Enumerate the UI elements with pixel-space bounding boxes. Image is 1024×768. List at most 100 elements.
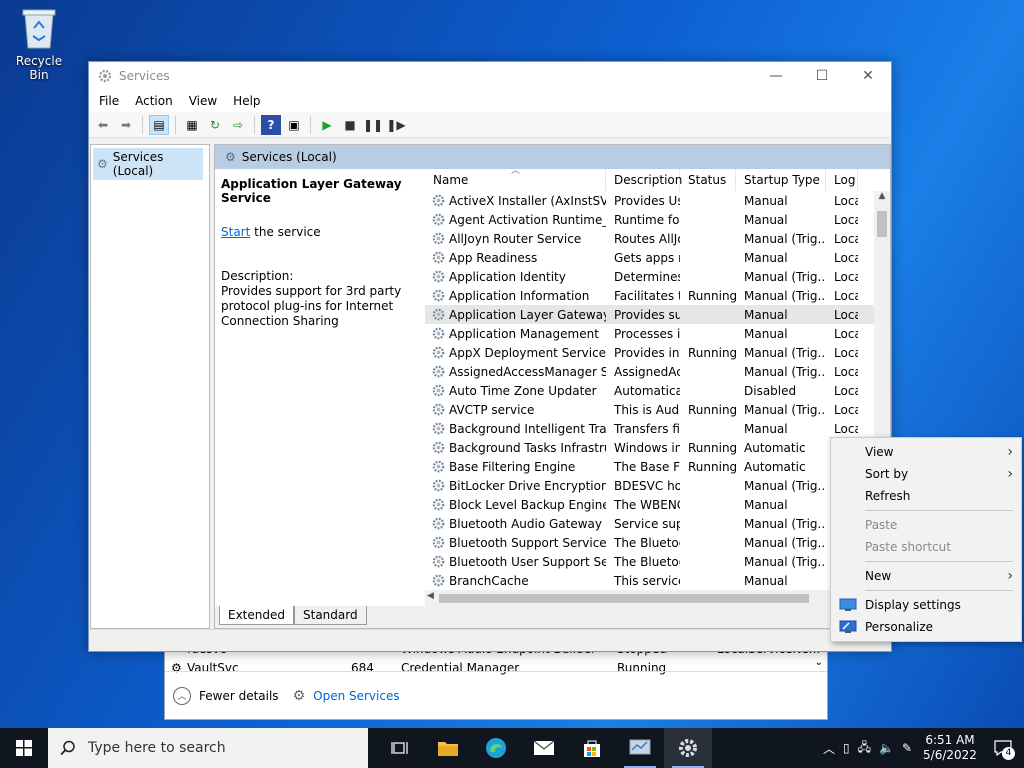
menu-item-display-settings[interactable]: Display settings (831, 594, 1021, 616)
service-startup-type: Manual (Trig... (744, 269, 826, 284)
table-row[interactable]: AssignedAccessManager Se... AssignedAc...… (425, 362, 890, 381)
menu-item-new[interactable]: New › (831, 565, 1021, 587)
pause-icon[interactable]: ❚❚ (363, 115, 383, 135)
service-name: BranchCache (449, 573, 529, 588)
menu-file[interactable]: File (91, 94, 127, 108)
table-row[interactable]: Background Tasks Infrastruc... Windows in… (425, 438, 890, 457)
scroll-up-icon[interactable]: ▲ (874, 191, 890, 201)
service-log-on-as: Loca (834, 288, 858, 303)
menu-item-label: Paste shortcut (865, 540, 951, 554)
menu-item-paste[interactable]: Paste (831, 514, 1021, 536)
table-row[interactable]: Bluetooth User Support Ser... The Bluetoo… (425, 552, 890, 571)
scrollbar-thumb[interactable] (439, 594, 809, 603)
gear-icon (432, 308, 445, 321)
close-button[interactable]: ✕ (845, 62, 891, 90)
menu-view[interactable]: View (181, 94, 225, 108)
scrollbar-thumb[interactable] (877, 211, 887, 237)
console-tree-icon[interactable]: ▤ (149, 114, 169, 135)
table-row[interactable]: Block Level Backup Engine ... The WBENG..… (425, 495, 890, 514)
start-button[interactable] (0, 728, 48, 768)
table-row[interactable]: Bluetooth Support Service The Bluetoo... M… (425, 533, 890, 552)
recycle-bin-label: Recycle Bin (15, 54, 63, 82)
menu-item-sort-by[interactable]: Sort by › (831, 463, 1021, 485)
store-button[interactable] (568, 728, 616, 768)
table-row[interactable]: AVCTP service This is Audi... Running Manua… (425, 400, 890, 419)
table-row[interactable]: Background Intelligent Tran... Transfers … (425, 419, 890, 438)
table-row[interactable]: BranchCacheThis service ...ManualLoca (425, 571, 890, 590)
view-icon[interactable]: ▣ (284, 115, 304, 135)
table-row[interactable]: Agent Activation Runtime_... Runtime for.… (425, 210, 890, 229)
column-startup-type[interactable]: Startup Type (736, 169, 826, 191)
menu-item-view[interactable]: View › (831, 441, 1021, 463)
table-row[interactable]: Application Identity Determines ... Manual… (425, 267, 890, 286)
chevron-up-icon[interactable]: ︿ (823, 740, 835, 757)
service-startup-type: Manual (744, 497, 788, 512)
service-name-cell: Application Layer Gateway ... (425, 307, 606, 322)
edge-browser-button[interactable] (472, 728, 520, 768)
help-icon[interactable]: ? (261, 114, 281, 135)
service-description: Provides Us... (614, 193, 680, 208)
clock[interactable]: 6:51 AM 5/6/2022 (920, 733, 980, 763)
service-log-on-as: Loca (834, 326, 858, 341)
minimize-button[interactable]: — (753, 62, 799, 90)
stop-icon[interactable]: ■ (340, 115, 360, 135)
refresh-icon[interactable]: ↻ (205, 115, 225, 135)
properties-icon[interactable]: ▦ (182, 115, 202, 135)
menu-item-paste-shortcut[interactable]: Paste shortcut (831, 536, 1021, 558)
table-row[interactable]: ActiveX Installer (AxInstSV) Provides Us.… (425, 191, 890, 210)
table-row[interactable]: AllJoyn Router Service Routes AllJo... Man… (425, 229, 890, 248)
table-row[interactable]: Application Management Processes in... Man… (425, 324, 890, 343)
column-log-on-as[interactable]: Log (826, 169, 858, 191)
recycle-bin-desktop-icon[interactable]: Recycle Bin (6, 6, 72, 82)
maximize-button[interactable]: ☐ (799, 62, 845, 90)
fewer-details-button[interactable]: ︿ Fewer details (173, 686, 279, 705)
volume-icon[interactable]: 🔈 (879, 741, 894, 755)
gear-icon (98, 69, 112, 83)
export-list-icon[interactable]: ⇨ (228, 115, 248, 135)
table-row[interactable]: Base Filtering Engine The Base Fil... Runn… (425, 457, 890, 476)
table-row[interactable]: Bluetooth Audio Gateway S... Service sup.… (425, 514, 890, 533)
menu-help[interactable]: Help (225, 94, 268, 108)
tab-extended[interactable]: Extended (219, 606, 294, 625)
table-row[interactable]: Application Information Facilitates t... R… (425, 286, 890, 305)
restart-icon[interactable]: ❚▶ (386, 115, 406, 135)
back-arrow-icon[interactable]: ⬅ (93, 115, 113, 135)
service-startup-type: Manual (Trig... (744, 288, 826, 303)
services-button[interactable] (664, 728, 712, 768)
menu-item-refresh[interactable]: Refresh (831, 485, 1021, 507)
open-services-link[interactable]: ⚙ Open Services (293, 688, 400, 704)
play-icon[interactable]: ▶ (317, 115, 337, 135)
taskbar-search-box[interactable]: Type here to search (48, 728, 368, 768)
pen-icon[interactable]: ✎ (902, 741, 912, 755)
task-view-button[interactable] (376, 728, 424, 768)
gear-icon (432, 498, 445, 511)
table-row[interactable]: Application Layer Gateway ... Provides su… (425, 305, 890, 324)
battery-icon[interactable]: ▯ (843, 741, 850, 755)
gear-icon (432, 365, 445, 378)
table-row[interactable]: App Readiness Gets apps re... Manual Loca (425, 248, 890, 267)
column-description[interactable]: Description (606, 169, 682, 191)
table-row[interactable]: BitLocker Drive Encryption ... BDESVC hos… (425, 476, 890, 495)
task-manager-button[interactable] (616, 728, 664, 768)
notifications-button[interactable]: 4 (988, 728, 1018, 768)
mail-button[interactable] (520, 728, 568, 768)
column-status[interactable]: Status (680, 169, 736, 191)
network-icon[interactable]: 🖧 (858, 738, 871, 759)
service-name: Background Tasks Infrastruc... (449, 440, 606, 455)
tree-item-label: Services (Local) (112, 150, 164, 178)
title-bar[interactable]: Services — ☐ ✕ (89, 62, 891, 90)
scroll-left-icon[interactable]: ◀ (427, 591, 434, 601)
menu-item-personalize[interactable]: Personalize (831, 616, 1021, 638)
menu-item-label: Personalize (865, 620, 934, 634)
tab-standard[interactable]: Standard (294, 606, 367, 625)
table-row[interactable]: Auto Time Zone Updater Automatica... Disab… (425, 381, 890, 400)
forward-arrow-icon[interactable]: ➡ (116, 115, 136, 135)
horizontal-scrollbar[interactable]: ◀ (425, 590, 874, 606)
table-row[interactable]: AppX Deployment Service (... Provides inf… (425, 343, 890, 362)
service-description: This is Audi... (614, 402, 680, 417)
scroll-down-icon[interactable]: ⌄ (815, 657, 823, 668)
menu-action[interactable]: Action (127, 94, 181, 108)
tree-item-services-local[interactable]: ⚙ Services (Local) (93, 148, 203, 180)
file-explorer-button[interactable] (424, 728, 472, 768)
start-service-link[interactable]: Start (221, 225, 250, 239)
